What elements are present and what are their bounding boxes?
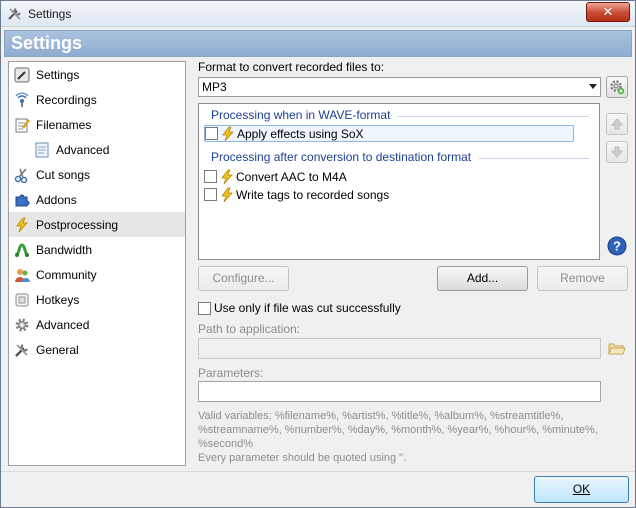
variables-hint: Valid variables: %filename%, %artist%, %…: [198, 410, 598, 464]
path-field[interactable]: [198, 338, 601, 359]
convert-aac-checkbox[interactable]: [204, 170, 217, 183]
help-icon: ?: [607, 236, 627, 256]
sidebar-item-hotkeys[interactable]: Hotkeys: [9, 287, 185, 312]
sidebar: Settings Recordings Filenames Advanced C…: [8, 61, 186, 466]
close-icon: ✕: [602, 4, 614, 19]
folder-open-icon: [608, 343, 626, 355]
tools-icon: [13, 341, 31, 359]
path-input[interactable]: [199, 339, 600, 358]
path-label: Path to application:: [198, 322, 301, 336]
apply-effects-checkbox[interactable]: [205, 127, 218, 140]
only-if-cut-option[interactable]: Use only if file was cut successfully: [198, 301, 401, 315]
svg-text:?: ?: [613, 239, 621, 254]
sidebar-item-postprocessing[interactable]: Postprocessing: [9, 212, 185, 237]
move-up-button[interactable]: [606, 113, 628, 135]
format-label: Format to convert recorded files to:: [198, 60, 385, 74]
ok-button[interactable]: OK: [534, 476, 629, 503]
group-wave-heading: Processing when in WAVE-format: [211, 108, 589, 122]
remove-button[interactable]: Remove: [537, 266, 628, 291]
lightning-icon: [222, 126, 234, 141]
add-button[interactable]: Add...: [437, 266, 528, 291]
recordings-icon: [13, 91, 31, 109]
sidebar-item-bandwidth[interactable]: Bandwidth: [9, 237, 185, 262]
community-icon: [13, 266, 31, 284]
sidebar-item-recordings[interactable]: Recordings: [9, 87, 185, 112]
advanced-file-icon: [33, 141, 51, 159]
only-if-cut-label: Use only if file was cut successfully: [214, 301, 401, 315]
sidebar-item-cut-songs[interactable]: Cut songs: [9, 162, 185, 187]
parameters-input[interactable]: [199, 382, 600, 401]
format-dropdown-value: MP3: [202, 80, 227, 94]
settings-icon: [13, 66, 31, 84]
settings-window: Settings ✕ Settings Settings Recordings …: [0, 0, 636, 508]
lightning-icon: [221, 187, 233, 202]
postprocessor-list[interactable]: Processing when in WAVE-format Apply eff…: [198, 103, 600, 260]
format-dropdown[interactable]: MP3: [198, 77, 601, 97]
gear-icon: [13, 316, 31, 334]
lightning-icon: [221, 169, 233, 184]
close-button[interactable]: ✕: [586, 2, 630, 22]
sidebar-item-filenames[interactable]: Filenames: [9, 112, 185, 137]
postprocessing-panel: Format to convert recorded files to: MP3…: [198, 57, 630, 467]
page-header: Settings: [4, 30, 632, 57]
scissors-icon: [13, 166, 31, 184]
parameters-label: Parameters:: [198, 366, 264, 380]
configure-button[interactable]: Configure...: [198, 266, 289, 291]
write-tags-checkbox[interactable]: [204, 188, 217, 201]
hotkeys-icon: [13, 291, 31, 309]
format-settings-button[interactable]: [606, 76, 628, 98]
only-if-cut-checkbox[interactable]: [198, 301, 211, 315]
puzzle-icon: [13, 191, 31, 209]
sidebar-item-settings[interactable]: Settings: [9, 62, 185, 87]
list-item-apply-effects-sox[interactable]: Apply effects using SoX: [204, 125, 574, 142]
title-bar[interactable]: Settings ✕: [1, 1, 635, 27]
list-item-convert-aac[interactable]: Convert AAC to M4A: [204, 168, 574, 185]
help-button[interactable]: ?: [606, 235, 628, 257]
page-title: Settings: [11, 33, 83, 53]
filenames-icon: [13, 116, 31, 134]
lightning-icon: [13, 216, 31, 234]
bandwidth-icon: [13, 241, 31, 259]
sidebar-item-community[interactable]: Community: [9, 262, 185, 287]
gear-icon: [610, 80, 625, 95]
group-after-conversion-heading: Processing after conversion to destinati…: [211, 150, 589, 164]
arrow-up-icon: [610, 118, 624, 130]
arrow-down-icon: [610, 146, 624, 158]
chevron-down-icon: [589, 84, 597, 89]
sidebar-item-addons[interactable]: Addons: [9, 187, 185, 212]
list-item-write-tags[interactable]: Write tags to recorded songs: [204, 186, 574, 203]
move-down-button[interactable]: [606, 141, 628, 163]
tools-icon: [8, 8, 21, 20]
parameters-field[interactable]: [198, 381, 601, 402]
browse-button[interactable]: [608, 339, 626, 357]
sidebar-item-filenames-advanced[interactable]: Advanced: [29, 137, 185, 162]
sidebar-item-general[interactable]: General: [9, 337, 185, 362]
window-title: Settings: [28, 7, 72, 21]
sidebar-item-advanced[interactable]: Advanced: [9, 312, 185, 337]
